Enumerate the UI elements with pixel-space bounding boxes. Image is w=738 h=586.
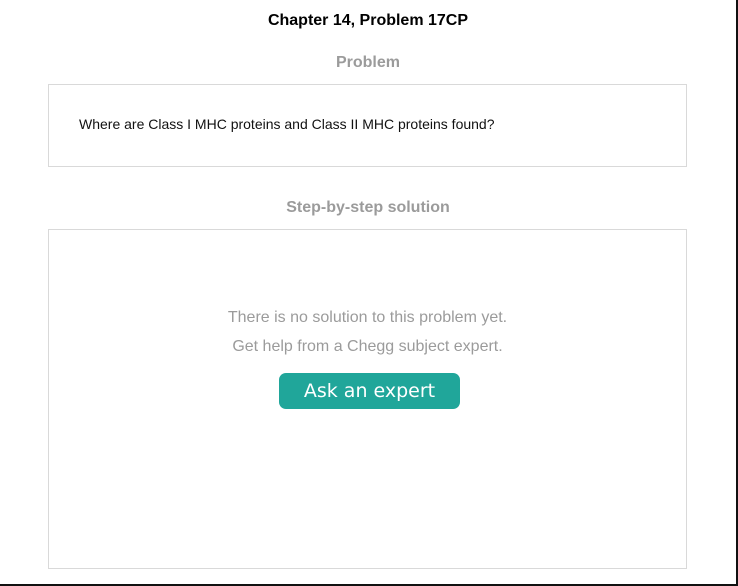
page-title: Chapter 14, Problem 17CP — [267, 12, 469, 29]
problem-text: Where are Class I MHC proteins and Class… — [79, 116, 495, 132]
solution-card: There is no solution to this problem yet… — [48, 229, 687, 569]
ask-an-expert-button[interactable]: Ask an expert — [279, 373, 460, 409]
get-help-message: Get help from a Chegg subject expert. — [232, 338, 503, 355]
problem-card: Where are Class I MHC proteins and Class… — [48, 84, 687, 167]
solution-heading: Step-by-step solution — [286, 199, 450, 216]
page-frame: Chapter 14, Problem 17CP Problem Where a… — [0, 0, 738, 586]
problem-heading: Problem — [335, 54, 400, 71]
no-solution-message: There is no solution to this problem yet… — [227, 309, 508, 326]
